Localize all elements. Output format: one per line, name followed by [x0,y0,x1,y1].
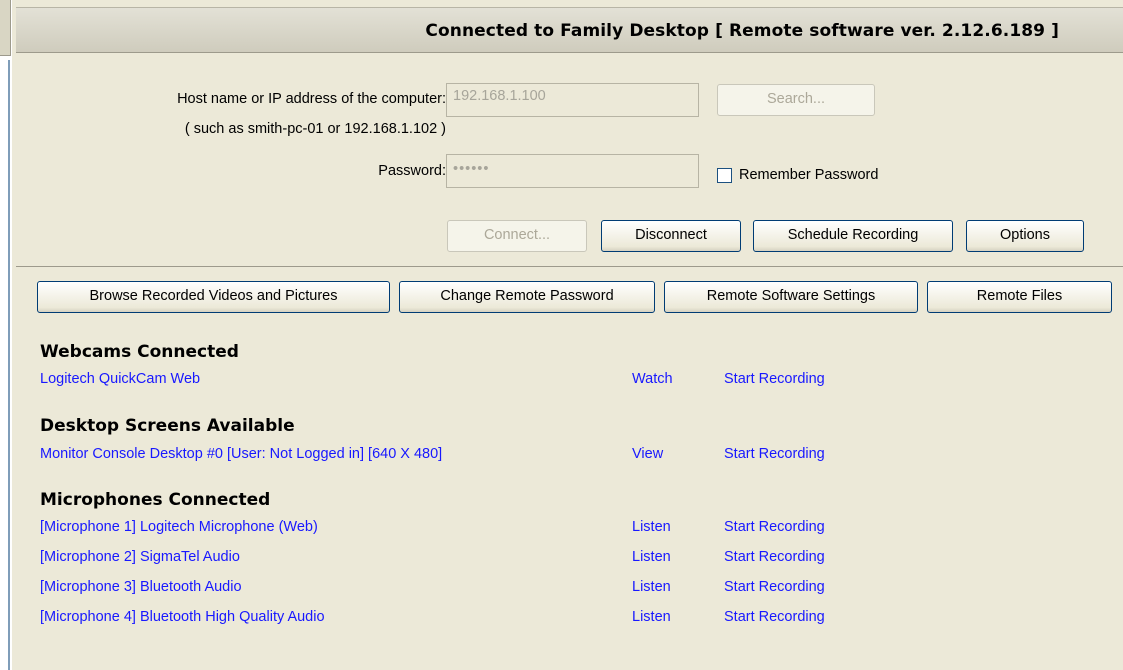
password-input[interactable]: •••••• [446,154,699,188]
disconnect-button-label: Disconnect [635,227,707,243]
listen-link[interactable]: Listen [632,579,671,595]
listen-link[interactable]: Listen [632,519,671,535]
search-button-label: Search... [766,91,826,107]
microphone-name[interactable]: [Microphone 3] Bluetooth Audio [40,579,242,595]
password-label: Password: [378,163,446,179]
start-recording-link[interactable]: Start Recording [724,549,825,565]
connection-header: Connected to Family Desktop [ Remote sof… [16,7,1123,53]
schedule-recording-button-label: Schedule Recording [787,227,919,243]
list-item: [Microphone 4] Bluetooth High Quality Au… [40,609,1040,631]
disconnect-button[interactable]: Disconnect [601,220,741,252]
listen-link[interactable]: Listen [632,609,671,625]
list-item: Monitor Console Desktop #0 [User: Not Lo… [40,446,1040,468]
left-panel-border [8,60,10,670]
watch-link[interactable]: Watch [632,371,673,387]
options-button[interactable]: Options [966,220,1084,252]
header-title: Connected to Family Desktop [ Remote sof… [425,21,1059,41]
connect-button-label: Connect... [483,227,551,243]
start-recording-link[interactable]: Start Recording [724,579,825,595]
options-button-label: Options [1000,227,1050,243]
list-item: [Microphone 2] SigmaTel Audio Listen Sta… [40,549,1040,571]
left-panel-edge [0,0,12,670]
start-recording-link[interactable]: Start Recording [724,519,825,535]
browse-recordings-button[interactable]: Browse Recorded Videos and Pictures [37,281,390,313]
remote-software-settings-button[interactable]: Remote Software Settings [664,281,918,313]
connect-button[interactable]: Connect... [447,220,587,252]
checkbox-box[interactable] [717,168,732,183]
microphone-name[interactable]: [Microphone 1] Logitech Microphone (Web) [40,519,318,535]
start-recording-link[interactable]: Start Recording [724,371,825,387]
remote-software-settings-label: Remote Software Settings [706,288,876,304]
listen-link[interactable]: Listen [632,549,671,565]
search-button[interactable]: Search... [717,84,875,116]
remember-password-label[interactable]: Remember Password [739,167,878,183]
microphone-name[interactable]: [Microphone 2] SigmaTel Audio [40,549,240,565]
microphones-title: Microphones Connected [40,490,271,510]
remote-files-label: Remote Files [976,288,1063,304]
start-recording-link[interactable]: Start Recording [724,609,825,625]
start-recording-link[interactable]: Start Recording [724,446,825,462]
change-remote-password-button[interactable]: Change Remote Password [399,281,655,313]
left-panel-header [0,0,11,56]
browse-recordings-label: Browse Recorded Videos and Pictures [89,288,338,304]
host-input[interactable]: 192.168.1.100 [446,83,699,117]
microphone-name[interactable]: [Microphone 4] Bluetooth High Quality Au… [40,609,325,625]
screens-title: Desktop Screens Available [40,416,295,436]
list-item: Logitech QuickCam Web Watch Start Record… [40,371,1040,393]
list-item: [Microphone 3] Bluetooth Audio Listen St… [40,579,1040,601]
host-hint: ( such as smith-pc-01 or 192.168.1.102 ) [184,121,446,137]
remote-files-button[interactable]: Remote Files [927,281,1112,313]
view-link[interactable]: View [632,446,663,462]
webcams-title: Webcams Connected [40,342,239,362]
connection-panel: Host name or IP address of the computer:… [16,53,1123,267]
webcam-name[interactable]: Logitech QuickCam Web [40,371,200,387]
change-remote-password-label: Change Remote Password [440,288,614,304]
list-item: [Microphone 1] Logitech Microphone (Web)… [40,519,1040,541]
host-label: Host name or IP address of the computer: [177,91,446,107]
schedule-recording-button[interactable]: Schedule Recording [753,220,953,252]
screen-name[interactable]: Monitor Console Desktop #0 [User: Not Lo… [40,446,442,462]
app-window: Connected to Family Desktop [ Remote sof… [0,0,1123,670]
